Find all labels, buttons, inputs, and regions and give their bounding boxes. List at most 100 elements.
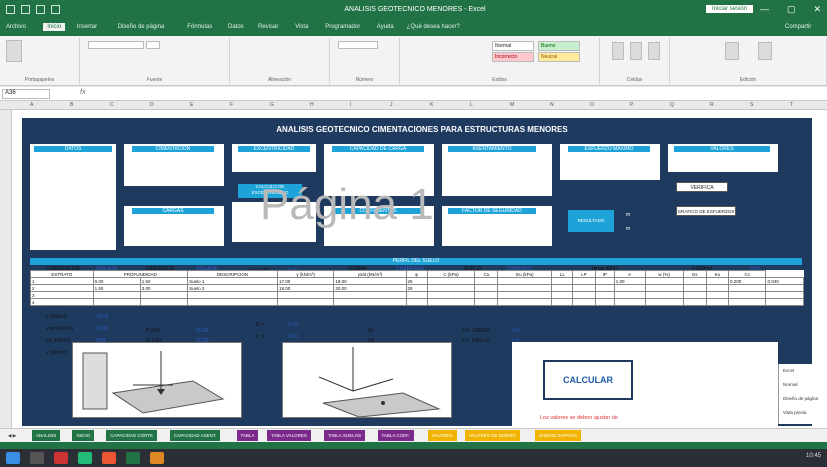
sheet-tab[interactable]: CAPACIDAD CORTE bbox=[106, 430, 158, 441]
taskbar-app-1-icon[interactable] bbox=[30, 452, 44, 464]
perfil-cell[interactable] bbox=[765, 291, 804, 299]
perfil-cell[interactable]: 28 bbox=[405, 284, 428, 292]
perfil-cell[interactable] bbox=[644, 284, 684, 292]
perfil-cell[interactable] bbox=[594, 284, 615, 292]
column-header[interactable]: A bbox=[30, 102, 33, 108]
perfil-cell[interactable]: 3.00 bbox=[139, 284, 189, 292]
fx-icon[interactable]: fx bbox=[80, 89, 85, 96]
taskbar-excel-icon[interactable] bbox=[126, 452, 140, 464]
ribbon-tab[interactable]: Ayuda bbox=[377, 24, 394, 30]
perfil-cell[interactable] bbox=[497, 298, 553, 306]
perfil-cell[interactable] bbox=[613, 291, 646, 299]
perfil-cell[interactable] bbox=[613, 298, 646, 306]
column-header[interactable]: J bbox=[390, 102, 393, 108]
close-icon[interactable]: ✕ bbox=[813, 4, 821, 15]
perfil-cell[interactable] bbox=[644, 277, 684, 285]
perfil-cell[interactable] bbox=[474, 291, 499, 299]
minimize-icon[interactable]: — bbox=[760, 4, 769, 15]
column-header[interactable]: F bbox=[230, 102, 233, 108]
perfil-cell[interactable] bbox=[551, 298, 574, 306]
perfil-cell[interactable] bbox=[572, 298, 596, 306]
ribbon-tab[interactable]: Programador bbox=[325, 24, 360, 30]
sheet-tab[interactable]: INICIO bbox=[72, 430, 95, 441]
worksheet[interactable]: ANALISIS GEOTECNICO CIMENTACIONES PARA E… bbox=[12, 110, 827, 428]
sidebar-item[interactable]: Diseño de página bbox=[783, 396, 818, 401]
perfil-cell[interactable] bbox=[276, 298, 335, 306]
datos-value[interactable]: 18.00 bbox=[96, 314, 109, 320]
perfil-cell[interactable]: 0.040 bbox=[765, 277, 804, 285]
sheet-tab[interactable]: CAPACIDAD ASENT. bbox=[169, 430, 221, 441]
taskbar-app-4-icon[interactable] bbox=[102, 452, 116, 464]
perfil-cell[interactable]: 2 bbox=[30, 284, 94, 292]
perfil-cell[interactable] bbox=[139, 291, 189, 299]
sign-in-button[interactable]: Iniciar sesión bbox=[706, 5, 754, 13]
perfil-cell[interactable] bbox=[333, 291, 407, 299]
column-header[interactable]: D bbox=[150, 102, 154, 108]
sheet-tab[interactable]: VALORES bbox=[427, 430, 457, 441]
perfil-cell[interactable] bbox=[594, 291, 615, 299]
perfil-cell[interactable] bbox=[426, 291, 476, 299]
sheet-tab[interactable]: TABLA COEF. bbox=[377, 430, 414, 441]
perfil-cell[interactable]: 20.00 bbox=[333, 284, 407, 292]
taskbar-app-3-icon[interactable] bbox=[78, 452, 92, 464]
perfil-cell[interactable] bbox=[705, 277, 730, 285]
exc-calc-value[interactable]: 1.50 bbox=[288, 334, 298, 340]
perfil-cell[interactable]: 0.00 bbox=[92, 277, 141, 285]
perfil-cell[interactable] bbox=[728, 291, 767, 299]
calcular-button[interactable]: CALCULAR bbox=[543, 360, 633, 400]
perfil-cell[interactable] bbox=[276, 291, 335, 299]
perfil-cell[interactable] bbox=[682, 277, 707, 285]
sheet-tab[interactable]: TABLA VALORES bbox=[267, 430, 311, 441]
column-header[interactable]: T bbox=[790, 102, 793, 108]
perfil-cell[interactable] bbox=[594, 298, 615, 306]
perfil-cell[interactable] bbox=[405, 298, 428, 306]
ribbon-tab[interactable]: Inicio bbox=[43, 23, 66, 31]
column-header[interactable]: P bbox=[630, 102, 633, 108]
column-header[interactable]: I bbox=[350, 102, 351, 108]
perfil-cell[interactable] bbox=[426, 284, 476, 292]
perfil-cell[interactable]: 1.50 bbox=[92, 284, 141, 292]
column-header[interactable]: N bbox=[550, 102, 554, 108]
perfil-cell[interactable] bbox=[497, 284, 553, 292]
undo-icon[interactable] bbox=[36, 5, 45, 14]
sheet-nav-arrows[interactable]: ◀ ▶ bbox=[4, 430, 20, 441]
perfil-cell[interactable] bbox=[705, 284, 730, 292]
perfil-cell[interactable] bbox=[728, 298, 767, 306]
column-header[interactable]: Q bbox=[670, 102, 674, 108]
cargas-value[interactable]: 50.00 bbox=[196, 328, 209, 334]
ribbon-tab[interactable]: Insertar bbox=[77, 24, 97, 30]
sheet-tab[interactable]: VALORES DE DISEÑO bbox=[464, 430, 520, 441]
column-header[interactable]: H bbox=[310, 102, 314, 108]
taskbar-app-5-icon[interactable] bbox=[150, 452, 164, 464]
sidebar-item[interactable]: Normal bbox=[783, 382, 798, 387]
perfil-cell[interactable]: 1.50 bbox=[139, 277, 189, 285]
ribbon-tab[interactable]: Datos bbox=[228, 24, 244, 30]
perfil-cell[interactable] bbox=[765, 284, 804, 292]
perfil-cell[interactable] bbox=[426, 277, 476, 285]
column-header[interactable]: C bbox=[110, 102, 114, 108]
perfil-cell[interactable]: 18.00 bbox=[276, 284, 335, 292]
perfil-cell[interactable] bbox=[644, 291, 684, 299]
datos-value[interactable]: 20.00 bbox=[96, 326, 109, 332]
sidebar-item[interactable]: Vista previa bbox=[783, 410, 806, 415]
perfil-cell[interactable] bbox=[572, 291, 596, 299]
perfil-cell[interactable] bbox=[426, 298, 476, 306]
maximize-icon[interactable]: ▢ bbox=[787, 4, 796, 15]
name-box[interactable]: A36 bbox=[2, 89, 50, 99]
perfil-cell[interactable] bbox=[92, 291, 141, 299]
ribbon-tab[interactable]: Vista bbox=[295, 24, 308, 30]
ribbon-tab[interactable]: Fórmulas bbox=[187, 24, 212, 30]
ribbon-tab[interactable]: Diseño de página bbox=[118, 24, 165, 30]
perfil-cell[interactable] bbox=[551, 284, 574, 292]
sidebar-item[interactable]: Excel bbox=[783, 368, 794, 373]
perfil-cell[interactable] bbox=[765, 298, 804, 306]
exc-calc-value[interactable]: 1.10 bbox=[288, 322, 298, 328]
sheet-tab[interactable]: DISEÑO ZAPATAS bbox=[535, 430, 582, 441]
perfil-cell[interactable] bbox=[405, 291, 428, 299]
column-header[interactable]: L bbox=[470, 102, 473, 108]
perfil-cell[interactable]: 4 bbox=[30, 298, 94, 306]
perfil-cell[interactable]: 19.00 bbox=[333, 277, 407, 285]
perfil-cell[interactable] bbox=[187, 298, 278, 306]
perfil-cell[interactable]: 3 bbox=[30, 291, 94, 299]
perfil-cell[interactable] bbox=[474, 284, 499, 292]
